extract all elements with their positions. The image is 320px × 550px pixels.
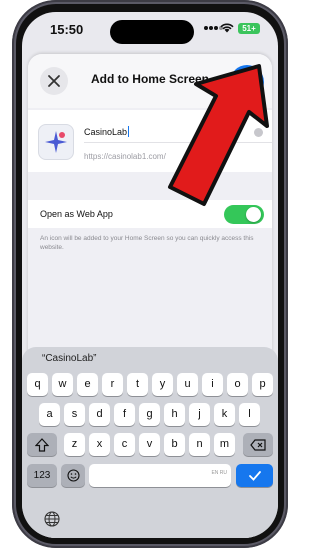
key[interactable]: f: [114, 403, 135, 426]
key[interactable]: i: [202, 373, 223, 396]
keyboard: “CasinoLab” q w e r t y u i o p a s d f …: [22, 347, 278, 538]
delete-key[interactable]: [243, 433, 273, 456]
key[interactable]: o: [227, 373, 248, 396]
wifi-icon: [220, 23, 234, 33]
return-key[interactable]: [236, 464, 273, 487]
app-url: https://casinolab1.com/: [84, 152, 166, 161]
key[interactable]: g: [139, 403, 160, 426]
toggle-label: Open as Web App: [40, 209, 113, 219]
close-button[interactable]: [40, 67, 68, 95]
screenshot: 15:50 51+ Add to Home Screen Add: [0, 0, 300, 550]
globe-icon[interactable]: [44, 511, 60, 527]
key[interactable]: j: [189, 403, 210, 426]
key[interactable]: y: [152, 373, 173, 396]
text-cursor: [128, 126, 130, 137]
web-app-description: An icon will be added to your Home Scree…: [40, 235, 254, 251]
shift-icon: [34, 438, 50, 452]
key[interactable]: l: [239, 403, 260, 426]
key[interactable]: v: [139, 433, 160, 456]
key[interactable]: r: [102, 373, 123, 396]
key[interactable]: b: [164, 433, 185, 456]
dynamic-island: [110, 20, 194, 44]
checkmark-icon: [248, 471, 261, 481]
close-icon: [48, 75, 60, 87]
key[interactable]: e: [77, 373, 98, 396]
app-name-text: CasinoLab: [84, 127, 128, 137]
battery-icon: 51+: [238, 23, 260, 34]
key[interactable]: n: [189, 433, 210, 456]
status-bar: 15:50 51+: [22, 12, 278, 46]
keyboard-row-3: z x c v b n m: [22, 433, 278, 456]
key[interactable]: q: [27, 373, 48, 396]
shift-key[interactable]: [27, 433, 57, 456]
key[interactable]: p: [252, 373, 273, 396]
red-arrow-annotation: [168, 64, 269, 206]
key[interactable]: d: [89, 403, 110, 426]
key[interactable]: c: [114, 433, 135, 456]
key[interactable]: s: [64, 403, 85, 426]
emoji-key[interactable]: [61, 464, 85, 487]
keyboard-suggestion[interactable]: “CasinoLab”: [42, 353, 96, 364]
key[interactable]: x: [89, 433, 110, 456]
app-name-field[interactable]: CasinoLab: [84, 126, 130, 137]
key[interactable]: h: [164, 403, 185, 426]
key[interactable]: m: [214, 433, 235, 456]
space-language-hint: EN RU: [211, 470, 227, 476]
key[interactable]: t: [127, 373, 148, 396]
space-key[interactable]: EN RU: [89, 464, 231, 487]
key[interactable]: z: [64, 433, 85, 456]
backspace-icon: [250, 439, 266, 451]
key[interactable]: u: [177, 373, 198, 396]
keyboard-row-4: 123 EN RU: [22, 464, 278, 487]
status-time: 15:50: [50, 22, 84, 37]
keyboard-row-1: q w e r t y u i o p: [22, 373, 278, 396]
app-icon: [38, 124, 74, 160]
app-star-icon: [45, 131, 67, 153]
keyboard-row-2: a s d f g h j k l: [22, 403, 278, 426]
numbers-key[interactable]: 123: [27, 464, 57, 487]
key[interactable]: k: [214, 403, 235, 426]
emoji-icon: [66, 469, 80, 482]
key[interactable]: w: [52, 373, 73, 396]
key[interactable]: a: [39, 403, 60, 426]
